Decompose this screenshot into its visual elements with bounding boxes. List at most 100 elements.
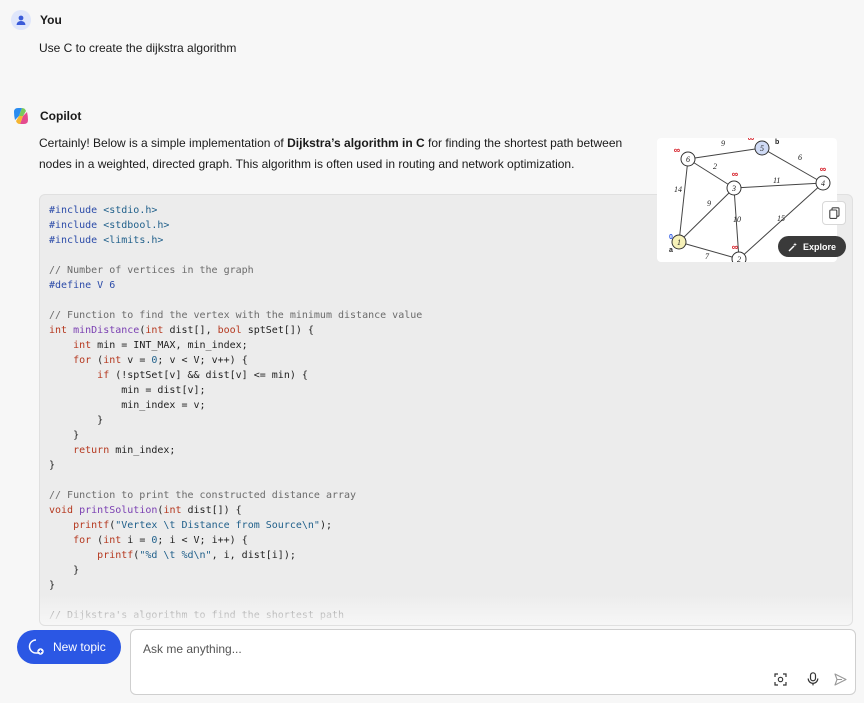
code-token: printf [73,520,110,531]
code-line: } [49,428,422,443]
explore-button[interactable]: Explore [778,236,846,257]
code-token: "%d \t %d\n" [139,550,212,561]
code-token: #include [49,235,98,246]
graph-node-distance: ∞ [732,169,739,179]
code-token: bool [217,325,242,336]
graph-edge [678,158,689,243]
graph-node-label: 4 [821,179,825,188]
code-line: #define V 6 [49,278,422,293]
code-token: // Number of vertices in the graph [49,265,254,276]
code-token: min = dist[v]; [49,385,206,396]
code-line: } [49,458,422,473]
code-token: ( [91,535,104,546]
code-token: V 6 [91,280,116,291]
code-token: dist[], [163,325,218,336]
graph-node-tag: a [669,247,673,254]
code-token: i = [121,535,152,546]
code-line: min = dist[v]; [49,383,422,398]
code-line: // Number of vertices in the graph [49,263,422,278]
visual-search-button[interactable] [771,670,789,688]
code-line: #include <stdbool.h> [49,218,422,233]
user-name: You [40,13,62,27]
graph-node-distance: ∞ [820,164,827,174]
copilot-logo-icon [11,106,31,126]
code-token: "Vertex \t Distance from Source\n" [115,520,320,531]
send-icon [833,672,847,686]
code-fade [40,595,852,625]
code-token: <stdbool.h> [97,220,170,231]
code-token: for [73,535,92,546]
code-token: printf [97,550,134,561]
code-token: ; v < V; v++) { [157,355,248,366]
code-line: return min_index; [49,443,422,458]
code-line: } [49,563,422,578]
graph-node-label: 2 [737,255,741,262]
code-line: int minDistance(int dist[], bool sptSet[… [49,323,422,338]
code-token: v = [121,355,152,366]
code-token: minDistance [73,325,140,336]
send-button[interactable] [831,670,849,688]
user-avatar-icon [11,10,31,30]
image-search-icon [773,672,787,686]
code-token: } [49,415,104,426]
code-token: #define [49,280,92,291]
code-line: printf("Vertex \t Distance from Source\n… [49,518,422,533]
code-token: int [103,535,122,546]
intro-bold: Dijkstra’s algorithm in C [287,136,425,150]
code-line: for (int v = 0; v < V; v++) { [49,353,422,368]
code-token: #include [49,220,98,231]
chat-input[interactable] [141,639,795,659]
code-token: // Function to print the constructed dis… [49,490,357,501]
copilot-name: Copilot [40,109,82,123]
intro-before: Certainly! Below is a simple implementat… [39,136,288,150]
code-token: int [103,355,122,366]
code-line: #include <stdio.h> [49,203,422,218]
code-token: ; i < V; i++) { [157,535,248,546]
code-line: void printSolution(int dist[]) { [49,503,422,518]
chat-input-box[interactable] [130,629,856,695]
code-token: int [49,325,68,336]
graph-edge-weight: 15 [777,214,785,223]
graph-edge-weight: 2 [713,162,717,171]
copilot-message-header: Copilot [11,106,81,126]
code-token: int [163,505,182,516]
code-token: min_index; [109,445,176,456]
graph-edge-weight: 14 [674,185,682,194]
microphone-button[interactable] [804,670,822,688]
code-token: return [73,445,110,456]
graph-edge [678,241,740,260]
code-token: } [49,565,80,576]
copy-code-button[interactable] [822,201,846,225]
graph-node-label: 1 [677,238,681,247]
code-line: if (!sptSet[v] && dist[v] <= min) { [49,368,422,383]
new-topic-icon [28,639,44,655]
code-line: // Function to find the vertex with the … [49,308,422,323]
code-line: int min = INT_MAX, min_index; [49,338,422,353]
code-token: int [73,340,92,351]
graph-node-tag: b [775,139,779,146]
code-token: min = INT_MAX, min_index; [91,340,248,351]
new-topic-button[interactable]: New topic [17,630,121,664]
magic-wand-icon [788,242,797,251]
code-token: sptSet[]) { [241,325,314,336]
code-line: #include <limits.h> [49,233,422,248]
user-message-header: You [11,10,62,30]
code-token: min_index = v; [49,400,206,411]
graph-edge-weight: 6 [798,153,802,162]
graph-edge [687,147,763,160]
code-token: ); [319,520,332,531]
code-line: } [49,413,422,428]
graph-edge-weight: 9 [707,199,711,208]
new-topic-label: New topic [53,640,106,654]
graph-edge-weight: 7 [705,252,710,261]
graph-edge-weight: 9 [721,139,725,148]
graph-node-distance: ∞ [732,242,739,252]
